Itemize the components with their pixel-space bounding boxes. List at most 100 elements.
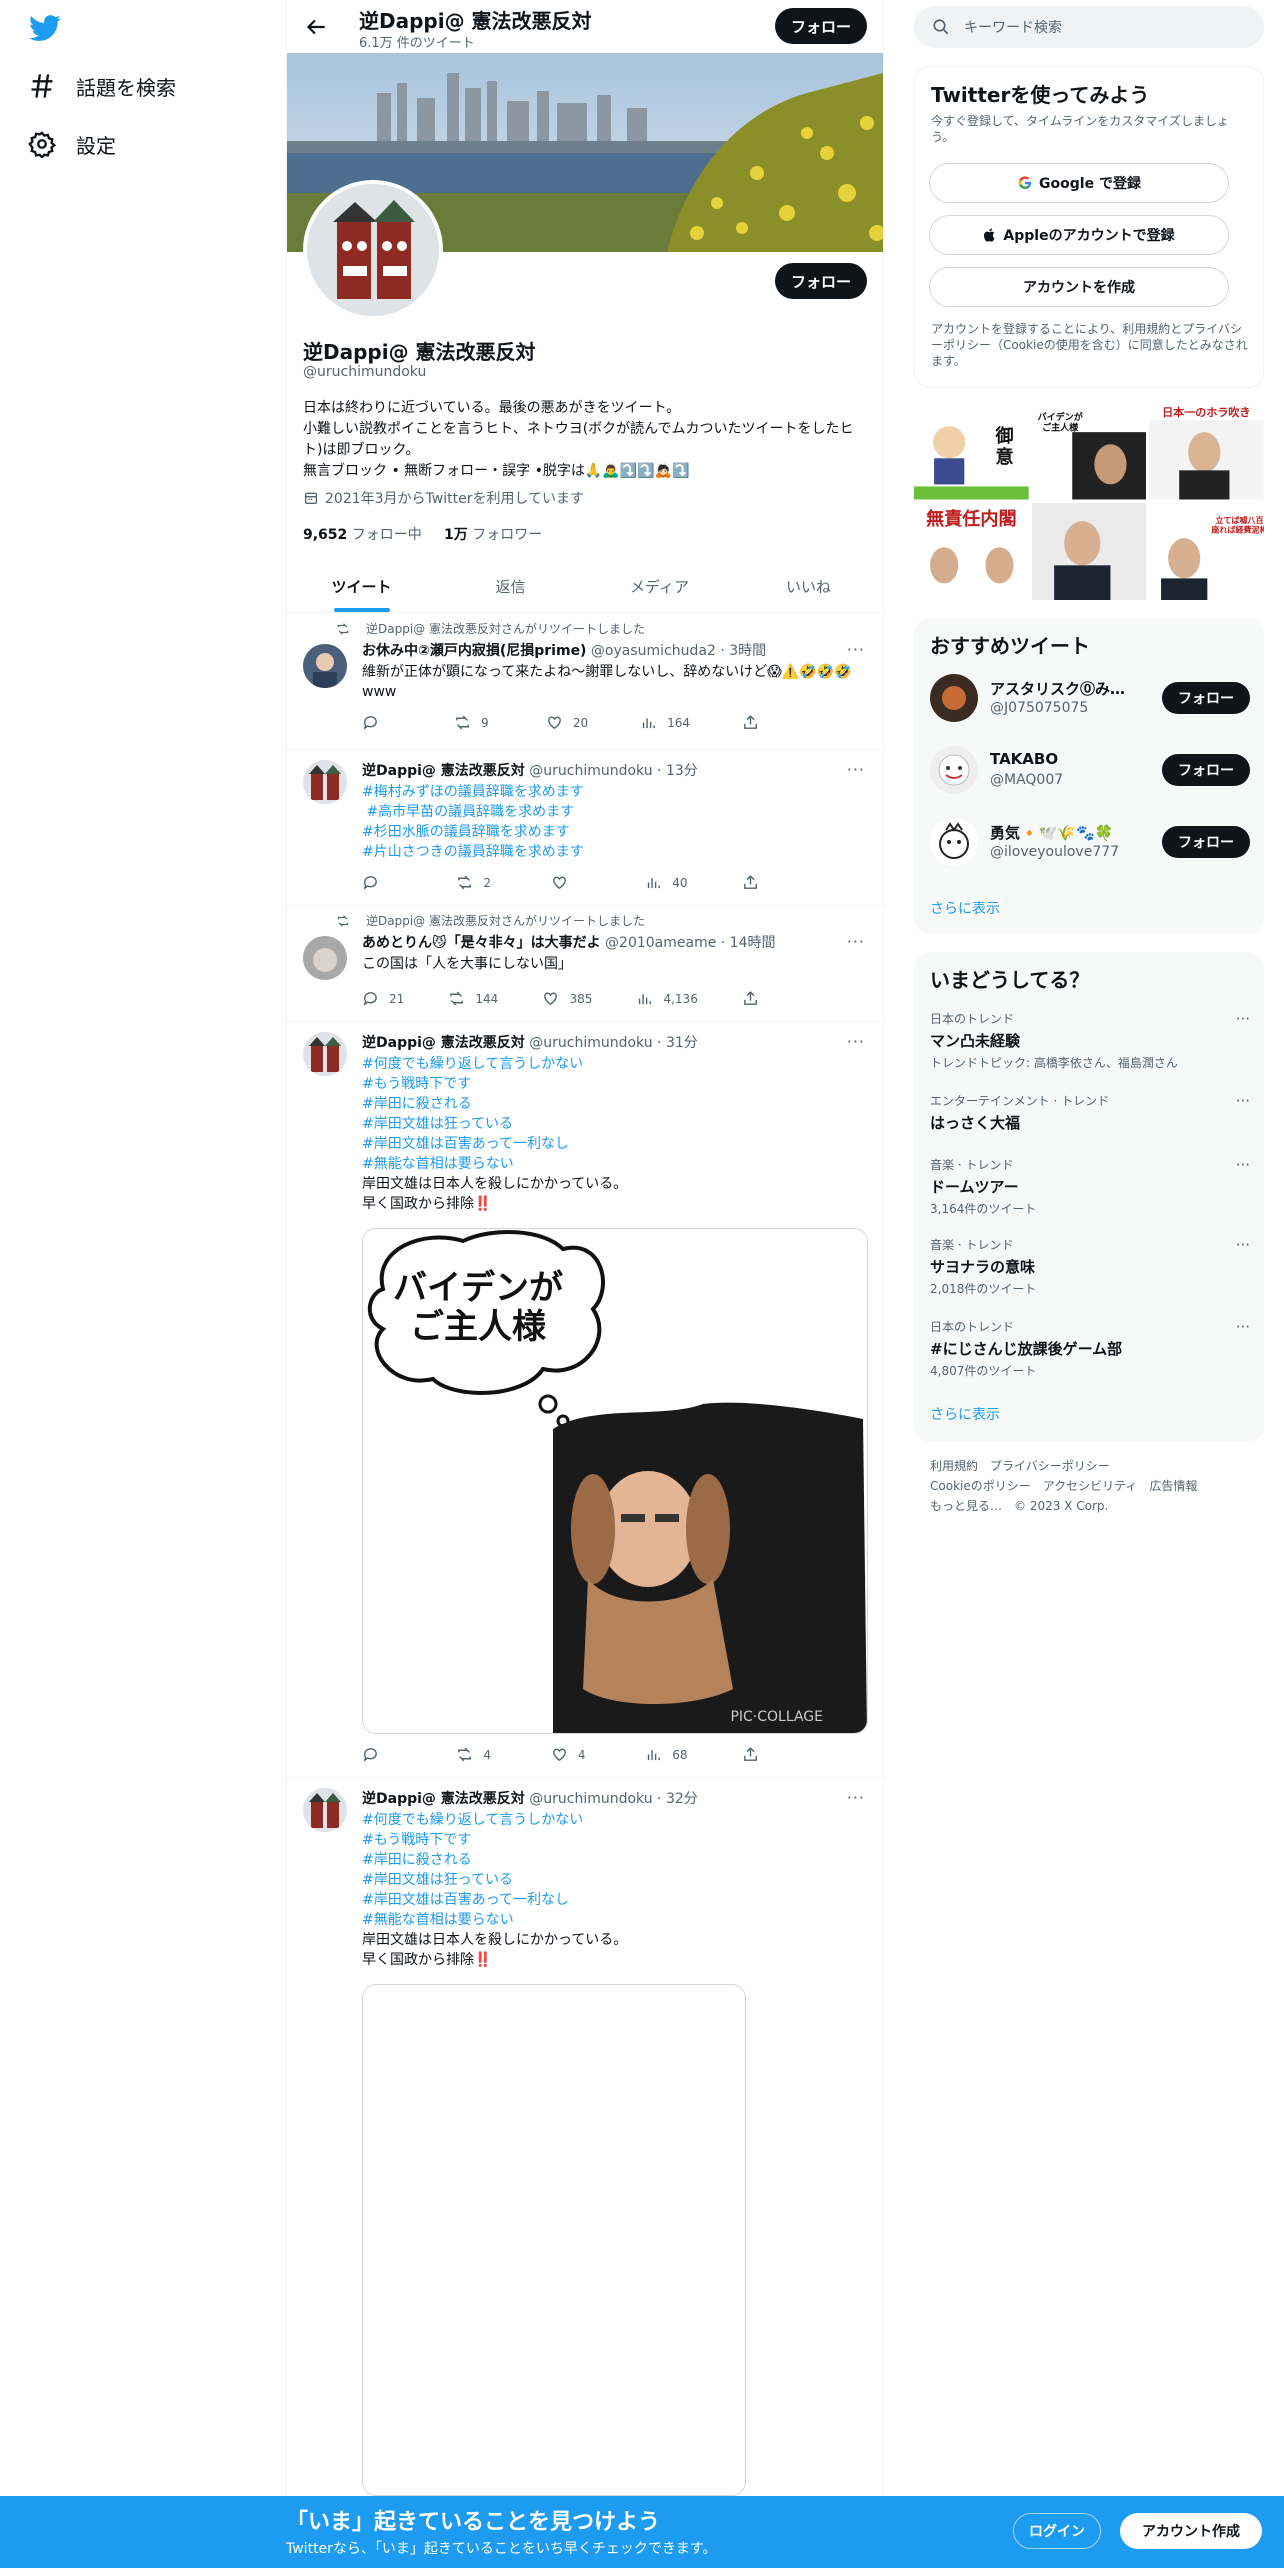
tweet-avatar[interactable] xyxy=(303,936,347,980)
like-button[interactable] xyxy=(551,874,591,891)
tweet-avatar[interactable] xyxy=(303,760,347,804)
footer-link[interactable]: アクセシビリティ xyxy=(1043,1479,1138,1493)
more-options-icon[interactable]: ··· xyxy=(847,1032,865,1051)
back-arrow-icon[interactable] xyxy=(303,14,329,40)
hashtag-link[interactable]: #岸田文雄は狂っている xyxy=(362,1870,867,1890)
footer-link[interactable]: 利用規約 xyxy=(930,1459,978,1473)
hashtag-link[interactable]: #無能な首相は要らない xyxy=(362,1910,867,1930)
share-button[interactable] xyxy=(742,990,782,1007)
following-link[interactable]: 9,652 フォロー中 xyxy=(303,527,422,543)
google-signup-button[interactable]: Google で登録 xyxy=(929,163,1229,203)
media-thumb[interactable]: 御意 xyxy=(914,402,1029,500)
rec-follow-button[interactable]: フォロー xyxy=(1162,754,1250,786)
trend-item[interactable]: エンターテインメント · トレンド はっさく大福 ··· xyxy=(930,1092,1250,1133)
tweet-avatar[interactable] xyxy=(303,1032,347,1076)
hashtag-link[interactable]: #岸田に殺される xyxy=(362,1094,867,1114)
share-button[interactable] xyxy=(742,874,782,891)
footer-link[interactable]: 広告情報 xyxy=(1149,1479,1197,1493)
hashtag-link[interactable]: #片山さつきの議員辞職を求めます xyxy=(362,842,867,862)
more-options-icon[interactable]: ··· xyxy=(847,640,865,659)
hashtag-link[interactable]: #梅村みずほの議員辞職を求めます xyxy=(362,782,867,802)
media-thumb[interactable]: バイデンがご主人様 xyxy=(1031,402,1147,500)
media-thumb[interactable]: 無責任内閣 xyxy=(914,502,1029,601)
retweet-button[interactable]: 4 xyxy=(456,1746,496,1763)
trend-item[interactable]: 音楽 · トレンド サヨナラの意味 2,018件のツイート ··· xyxy=(930,1236,1250,1297)
tweet-avatar[interactable] xyxy=(303,644,347,688)
share-button[interactable] xyxy=(742,1746,782,1763)
nav-explore[interactable]: 話題を検索 xyxy=(28,62,176,110)
share-button[interactable] xyxy=(742,714,782,731)
rec-follow-button[interactable]: フォロー xyxy=(1162,682,1250,714)
retweet-button[interactable]: 9 xyxy=(454,714,494,731)
hashtag-link[interactable]: #無能な首相は要らない xyxy=(362,1154,867,1174)
like-button[interactable]: 385 xyxy=(542,990,592,1007)
tab-media[interactable]: メディア xyxy=(585,561,734,612)
like-button[interactable]: 4 xyxy=(551,1746,591,1763)
reply-button[interactable]: 21 xyxy=(362,990,404,1007)
more-options-icon[interactable]: ··· xyxy=(847,760,865,779)
views-button[interactable]: 40 xyxy=(645,874,688,891)
media-thumb[interactable]: 立てば嘘八百座れば経費泥棒 xyxy=(1149,502,1264,601)
media-thumb[interactable]: 日本一のホラ吹き xyxy=(1149,402,1264,500)
footer-link[interactable]: Cookieのポリシー xyxy=(930,1479,1031,1493)
tweet-avatar[interactable] xyxy=(303,1788,347,1832)
views-button[interactable]: 164 xyxy=(640,714,690,731)
followers-link[interactable]: 1万 フォロワー xyxy=(444,527,542,543)
rec-account[interactable]: アスタリスク⓪みんな… @J075075075 フォロー xyxy=(930,672,1250,724)
more-options-icon[interactable]: ··· xyxy=(1236,1156,1250,1174)
tweet[interactable]: 逆Dappi@ 憲法改悪反対さんがリツイートしました あめとりん😼「是々非々」は… xyxy=(287,906,883,1022)
rec-follow-button[interactable]: フォロー xyxy=(1162,826,1250,858)
hashtag-link[interactable]: #岸田文雄は百害あって一利なし xyxy=(362,1134,867,1154)
reply-button[interactable] xyxy=(362,1746,402,1763)
more-options-icon[interactable]: ··· xyxy=(1236,1318,1250,1336)
more-options-icon[interactable]: ··· xyxy=(847,1788,865,1807)
more-options-icon[interactable]: ··· xyxy=(1236,1092,1250,1110)
footer-more-link[interactable]: もっと見る… xyxy=(930,1499,1002,1513)
profile-avatar[interactable] xyxy=(303,180,443,320)
search-box[interactable]: キーワード検索 xyxy=(914,6,1264,48)
reply-button[interactable] xyxy=(362,714,402,731)
rec-account[interactable]: 勇気🔸🕊️🌾🐾🍀 @iloveyoulove777 フォロー xyxy=(930,816,1250,868)
retweet-button[interactable]: 144 xyxy=(448,990,498,1007)
tweet-image-placeholder[interactable] xyxy=(362,1984,746,2496)
hashtag-link[interactable]: #岸田文雄は百害あって一利なし xyxy=(362,1890,867,1910)
views-button[interactable]: 68 xyxy=(645,1746,688,1763)
more-options-icon[interactable]: ··· xyxy=(847,932,865,951)
trend-item[interactable]: 音楽 · トレンド ドームツアー 3,164件のツイート ··· xyxy=(930,1156,1250,1217)
hashtag-link[interactable]: #何度でも繰り返して言うしかない xyxy=(362,1810,867,1830)
more-options-icon[interactable]: ··· xyxy=(1236,1236,1250,1254)
create-account-button[interactable]: アカウントを作成 xyxy=(929,267,1229,307)
tweet[interactable]: 逆Dappi@ 憲法改悪反対 @uruchimundoku · 31分 ··· … xyxy=(287,1022,883,1778)
hashtag-link[interactable]: #もう戦時下です xyxy=(362,1830,867,1850)
more-options-icon[interactable]: ··· xyxy=(1236,1010,1250,1028)
hashtag-link[interactable]: #高市早苗の議員辞職を求めます xyxy=(362,802,867,822)
signup-button[interactable]: アカウント作成 xyxy=(1120,2513,1262,2549)
tweet[interactable]: 逆Dappi@ 憲法改悪反対さんがリツイートしました お休み中②瀬戸内寂損(尼損… xyxy=(287,614,883,750)
search-input[interactable]: キーワード検索 xyxy=(964,17,1062,37)
hashtag-link[interactable]: #岸田に殺される xyxy=(362,1850,867,1870)
tab-replies[interactable]: 返信 xyxy=(436,561,585,612)
tweet[interactable]: 逆Dappi@ 憲法改悪反対 @uruchimundoku · 13分 ··· … xyxy=(287,750,883,906)
show-more-link[interactable]: さらに表示 xyxy=(930,898,1000,918)
header-follow-button[interactable]: フォロー xyxy=(775,8,867,44)
views-button[interactable]: 4,136 xyxy=(636,990,698,1007)
apple-signup-button[interactable]: Appleのアカウントで登録 xyxy=(929,215,1229,255)
tab-tweets[interactable]: ツイート xyxy=(287,561,436,612)
hashtag-link[interactable]: #岸田文雄は狂っている xyxy=(362,1114,867,1134)
twitter-logo-icon[interactable] xyxy=(26,12,64,44)
reply-button[interactable] xyxy=(362,874,402,891)
retweet-button[interactable]: 2 xyxy=(456,874,496,891)
login-button[interactable]: ログイン xyxy=(1013,2513,1101,2549)
nav-settings[interactable]: 設定 xyxy=(28,120,116,168)
like-button[interactable]: 20 xyxy=(546,714,588,731)
rec-account[interactable]: TAKABO @MAQ007 フォロー xyxy=(930,744,1250,796)
media-thumb[interactable] xyxy=(1031,502,1147,601)
footer-link[interactable]: プライバシーポリシー xyxy=(990,1459,1110,1473)
profile-follow-button[interactable]: フォロー xyxy=(775,263,867,299)
trend-item[interactable]: 日本のトレンド マン凸未経験 トレンドトピック: 高橋李依さん、福島潤さん ··· xyxy=(930,1010,1250,1071)
hashtag-link[interactable]: #杉田水脈の議員辞職を求めます xyxy=(362,822,867,842)
trend-item[interactable]: 日本のトレンド #にじさんじ放課後ゲーム部 4,807件のツイート ··· xyxy=(930,1318,1250,1379)
tweet[interactable]: 逆Dappi@ 憲法改悪反対 @uruchimundoku · 32分 ··· … xyxy=(287,1778,883,2496)
show-more-link[interactable]: さらに表示 xyxy=(930,1404,1000,1424)
tweet-image[interactable]: バイデンがご主人様 PIC·COLLAGE xyxy=(362,1228,868,1734)
